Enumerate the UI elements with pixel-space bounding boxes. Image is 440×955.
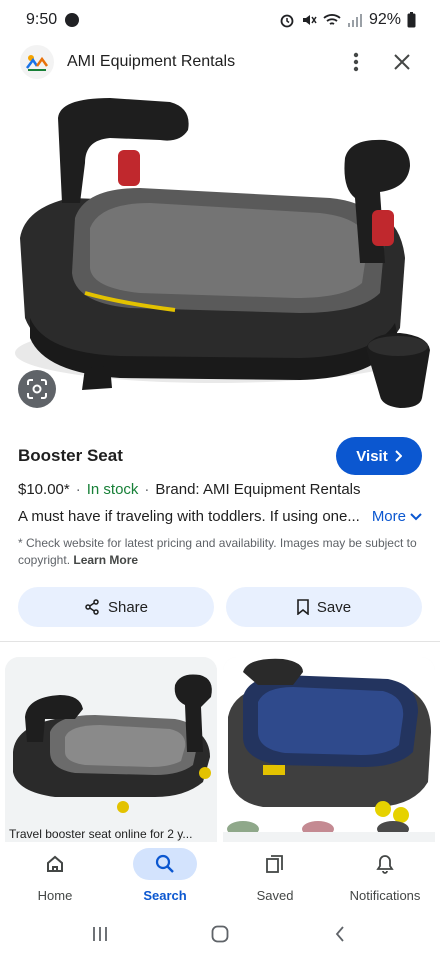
stock-status: In stock (86, 481, 139, 498)
nav-pill (353, 848, 417, 880)
product-meta: $10.00* · In stock · Brand: AMI Equipmen… (18, 481, 422, 498)
learn-more-link[interactable]: Learn More (73, 553, 138, 567)
nav-notifications-label: Notifications (349, 888, 421, 903)
recents-button[interactable] (80, 919, 120, 949)
description: A must have if traveling with toddlers. … (18, 508, 360, 525)
share-button[interactable]: Share (18, 587, 214, 627)
status-right: 92% (279, 11, 416, 29)
nav-pill (243, 848, 307, 880)
back-button[interactable] (320, 919, 360, 949)
battery-percent: 92% (368, 11, 401, 28)
product-info: Booster Seat Visit $10.00* · In stock · … (0, 436, 440, 627)
more-label: More (371, 508, 406, 525)
wifi-icon (323, 14, 341, 25)
related-caption: Travel booster seat online for 2 y... (9, 827, 193, 841)
bookmark-icon (297, 599, 309, 615)
nav-notifications[interactable]: Notifications (330, 848, 440, 903)
divider (0, 641, 440, 642)
nav-search[interactable]: Search (110, 848, 220, 903)
more-link[interactable]: More (372, 508, 422, 525)
related-card[interactable]: Travel booster seat online for 2 y... (5, 657, 217, 847)
disclaimer: * Check website for latest pricing and a… (18, 535, 422, 569)
signal-icon (347, 14, 362, 27)
share-icon (85, 599, 99, 615)
saved-icon (266, 855, 283, 873)
home-system-button[interactable] (200, 919, 240, 949)
alarm-icon (280, 14, 294, 28)
google-lens-icon (27, 379, 47, 399)
nav-home-label: Home (37, 888, 73, 903)
site-name: AMI Equipment Rentals (67, 53, 236, 70)
more-vert-icon (353, 52, 359, 72)
more-vert-button[interactable] (338, 44, 374, 80)
separator: · (144, 481, 150, 498)
battery-icon (407, 12, 416, 28)
status-left: 9:50 (26, 11, 80, 29)
status-time: 9:50 (26, 11, 58, 28)
chevron-down-icon (410, 512, 422, 520)
nav-home[interactable]: Home (0, 848, 110, 903)
price: $10.00* (18, 481, 70, 498)
description-row: A must have if traveling with toddlers. … (18, 508, 422, 525)
nav-search-label: Search (143, 888, 187, 903)
share-label: Share (107, 598, 149, 616)
bell-icon (376, 855, 394, 874)
notification-dot-icon (65, 13, 80, 27)
google-lens-button[interactable] (18, 370, 56, 408)
home-icon (47, 855, 63, 872)
search-icon (155, 854, 174, 873)
action-buttons: Share Save (18, 587, 422, 627)
nav-pill (23, 848, 87, 880)
close-icon (394, 54, 410, 70)
save-button[interactable]: Save (226, 587, 422, 627)
brand: Brand: AMI Equipment Rentals (155, 481, 361, 498)
related-card[interactable] (223, 657, 435, 847)
booster-seat-image (15, 98, 430, 408)
ami-logo-icon (20, 45, 54, 79)
nav-saved[interactable]: Saved (220, 848, 330, 903)
product-image[interactable] (0, 88, 440, 424)
nav-saved-label: Saved (256, 888, 294, 903)
nav-pill (133, 848, 197, 880)
status-bar: 9:50 92% (0, 0, 440, 40)
related-image-2 (223, 657, 435, 832)
close-button[interactable] (384, 44, 420, 80)
recents-icon (93, 926, 107, 941)
save-label: Save (316, 598, 352, 616)
related-results: Travel booster seat online for 2 y... (5, 657, 435, 847)
product-title: Booster Seat (18, 446, 123, 465)
chevron-right-icon (394, 450, 402, 462)
bottom-nav: Home Search Saved Notifications (0, 842, 440, 912)
visit-label: Visit (356, 447, 388, 465)
visit-button[interactable]: Visit (336, 437, 422, 475)
title-row: Booster Seat Visit (18, 436, 422, 476)
related-image-1 (5, 657, 217, 817)
separator: · (75, 481, 81, 498)
system-nav (0, 912, 440, 955)
back-icon (335, 925, 344, 942)
home-circle-icon (211, 925, 229, 942)
site-header: AMI Equipment Rentals (0, 40, 440, 84)
mute-icon (302, 15, 317, 25)
